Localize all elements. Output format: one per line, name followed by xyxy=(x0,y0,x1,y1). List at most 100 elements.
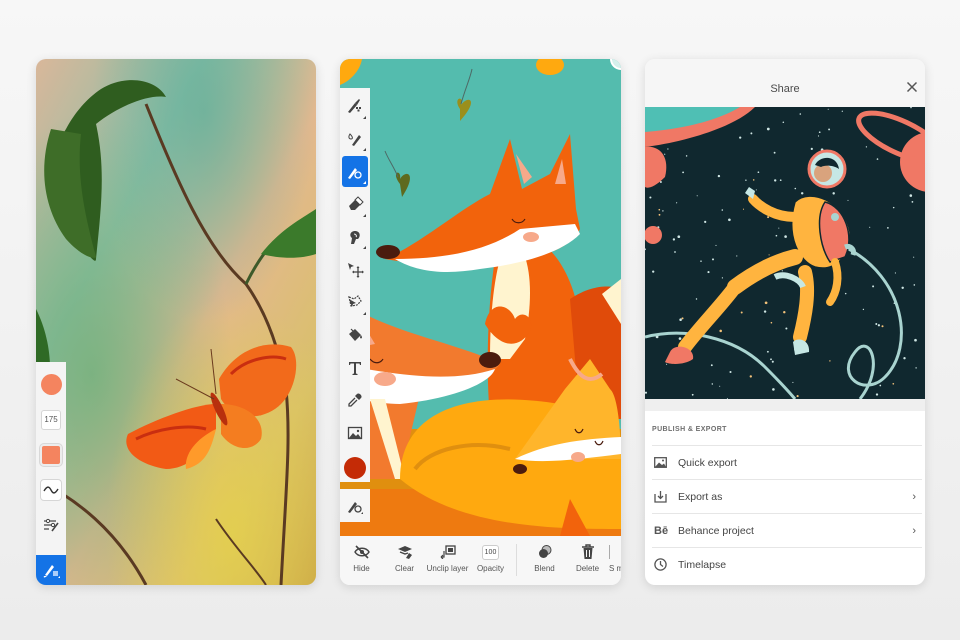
star xyxy=(652,270,655,273)
menu-item-export-as[interactable]: Export as › xyxy=(652,479,922,513)
text-icon xyxy=(349,361,361,375)
star xyxy=(771,360,774,363)
star xyxy=(750,132,753,135)
tool-selection[interactable] xyxy=(342,287,368,318)
star xyxy=(913,284,916,286)
star xyxy=(892,382,895,385)
delete-layer-button[interactable]: Delete xyxy=(566,542,609,573)
tool-pixel-brush[interactable] xyxy=(342,91,368,122)
clear-label: Clear xyxy=(394,564,415,573)
stroke-smoothing-button[interactable] xyxy=(36,472,66,507)
brush-settings-button[interactable] xyxy=(36,507,66,542)
star xyxy=(901,286,904,290)
star xyxy=(872,285,875,288)
opacity-control[interactable]: 100 Opacity xyxy=(469,542,512,573)
hide-layer-button[interactable]: Hide xyxy=(340,542,383,573)
tool-live-brush[interactable] xyxy=(342,124,368,155)
star xyxy=(707,271,710,274)
star xyxy=(757,171,760,174)
fox-canvas-panel: Hide Clear Unclip layer 100 Opacity Blen… xyxy=(340,59,621,585)
star xyxy=(662,210,664,212)
star xyxy=(818,131,821,134)
star xyxy=(877,324,881,327)
tool-smudge[interactable] xyxy=(342,222,368,253)
blend-icon xyxy=(538,545,551,558)
watercolor-artwork[interactable] xyxy=(36,59,316,585)
brush-options-button[interactable] xyxy=(340,489,370,522)
star xyxy=(792,381,794,383)
toolbar-divider xyxy=(516,544,517,576)
star xyxy=(909,194,913,197)
star xyxy=(766,127,770,131)
star xyxy=(779,179,782,182)
star xyxy=(728,218,731,222)
star xyxy=(894,272,896,274)
star xyxy=(879,384,882,387)
star xyxy=(800,192,804,195)
menu-item-label: Behance project xyxy=(678,524,754,537)
unclip-label: Unclip layer xyxy=(426,564,469,573)
menu-item-timelapse[interactable]: Timelapse xyxy=(652,547,922,581)
export-menu: Quick export Export as › Bē Behance proj… xyxy=(652,445,922,581)
star xyxy=(752,179,755,181)
active-brush-tool-button[interactable] xyxy=(36,555,66,585)
star xyxy=(847,199,849,201)
menu-item-quick-export[interactable]: Quick export xyxy=(652,445,922,479)
star xyxy=(892,206,895,209)
star xyxy=(681,317,684,320)
eyedropper-icon xyxy=(348,393,362,408)
star xyxy=(876,158,879,160)
star xyxy=(796,395,799,398)
tool-text[interactable] xyxy=(342,352,368,383)
layer-actions-bar: Hide Clear Unclip layer 100 Opacity Blen… xyxy=(340,536,621,585)
star xyxy=(770,321,773,324)
clock-icon xyxy=(654,558,667,571)
fox-artwork[interactable] xyxy=(340,59,621,536)
star xyxy=(666,363,668,365)
star xyxy=(773,151,776,154)
star xyxy=(719,385,721,387)
fill-color-swatch[interactable] xyxy=(36,437,66,472)
star xyxy=(695,298,698,300)
tool-fill[interactable] xyxy=(342,320,368,351)
image-icon xyxy=(347,426,363,440)
star xyxy=(829,360,831,362)
menu-item-behance-project[interactable]: Bē Behance project › xyxy=(652,513,922,547)
menu-item-label: Timelapse xyxy=(678,558,727,571)
star xyxy=(817,135,820,137)
blend-mode-button[interactable]: Blend xyxy=(523,542,566,573)
tool-transform[interactable] xyxy=(342,254,368,285)
star xyxy=(740,311,743,314)
star xyxy=(844,292,847,295)
brush-color-swatch[interactable] xyxy=(36,367,66,402)
tool-vector-brush-selected[interactable] xyxy=(342,156,368,188)
star xyxy=(710,364,713,367)
tool-eyedropper[interactable] xyxy=(342,385,368,416)
star xyxy=(678,337,682,340)
star xyxy=(645,391,648,394)
star xyxy=(721,209,724,211)
color-picker-button[interactable] xyxy=(342,450,368,481)
brush-size-control[interactable]: 175 xyxy=(36,402,66,437)
chevron-right-icon: › xyxy=(912,525,916,537)
image-icon xyxy=(654,457,667,468)
eye-slash-icon xyxy=(353,545,370,559)
clear-layer-button[interactable]: Clear xyxy=(383,542,426,573)
vector-brush-icon xyxy=(348,167,362,179)
star xyxy=(766,350,769,353)
share-panel: Share PUBLISH & EXPORT Quick export Expo… xyxy=(645,59,925,585)
blend-label: Blend xyxy=(534,564,555,573)
star xyxy=(799,113,802,115)
tool-eraser[interactable] xyxy=(342,189,368,220)
star xyxy=(772,388,775,391)
brush-size-value: 175 xyxy=(41,409,61,430)
star xyxy=(658,208,661,211)
close-icon[interactable] xyxy=(906,81,918,93)
more-actions-button[interactable]: S m xyxy=(609,542,621,573)
star xyxy=(715,244,717,246)
opacity-value: 100 xyxy=(482,544,499,560)
star xyxy=(913,256,915,258)
unclip-layer-button[interactable]: Unclip layer xyxy=(426,542,469,573)
tool-image[interactable] xyxy=(342,418,368,449)
star xyxy=(658,213,661,216)
